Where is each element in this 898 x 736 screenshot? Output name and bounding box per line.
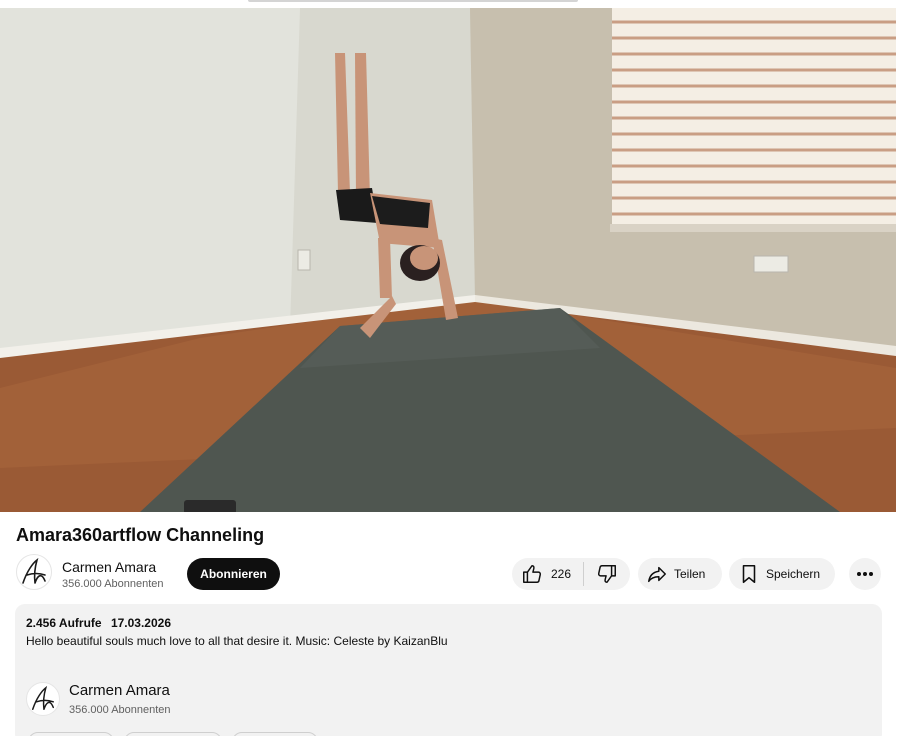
like-dislike-group: 226 [512, 558, 630, 590]
description-channel-name[interactable]: Carmen Amara [69, 682, 170, 700]
like-count: 226 [551, 567, 572, 581]
share-label: Teilen [674, 567, 706, 581]
signature-logo-icon [31, 685, 55, 711]
save-label: Speichern [766, 567, 821, 581]
channel-name[interactable]: Carmen Amara [62, 558, 156, 576]
top-strip [0, 0, 898, 8]
description-chip[interactable] [124, 732, 222, 736]
save-button[interactable]: Speichern [729, 558, 835, 590]
dislike-button[interactable] [584, 558, 630, 590]
top-handle [248, 0, 578, 2]
channel-avatar[interactable] [16, 554, 52, 590]
description-channel-avatar[interactable] [26, 682, 60, 716]
video-frame [0, 8, 896, 512]
channel-subscribers: 356.000 Abonnenten [62, 578, 164, 590]
upload-date: 17.03.2026 [110, 616, 171, 630]
thumb-up-icon [523, 565, 542, 583]
signature-logo-icon [22, 557, 46, 584]
like-button[interactable]: 226 [512, 558, 583, 590]
video-title: Amara360artflow Channeling [16, 525, 265, 545]
more-actions-button[interactable] [849, 558, 881, 590]
video-player[interactable] [0, 8, 896, 512]
more-horizontal-icon [857, 572, 873, 576]
description-text: Hello beautiful souls much love to all t… [26, 634, 448, 648]
subscribe-button[interactable]: Abonnieren [187, 558, 280, 590]
description-channel-subscribers: 356.000 Abonnenten [69, 704, 171, 716]
share-arrow-icon [648, 566, 666, 583]
description-chip-row [28, 732, 318, 736]
view-count: 2.456 Aufrufe [26, 616, 102, 630]
description-chip[interactable] [232, 732, 318, 736]
share-button[interactable]: Teilen [638, 558, 722, 590]
description-chip[interactable] [28, 732, 114, 736]
watch-page: Amara360artflow Channeling Carmen Amara … [0, 0, 898, 736]
bookmark-icon [742, 564, 756, 584]
thumb-down-icon [597, 565, 616, 583]
description-meta: 2.456 Aufrufe 17.03.2026 [26, 616, 177, 630]
description-box[interactable]: 2.456 Aufrufe 17.03.2026 Hello beautiful… [15, 604, 882, 736]
